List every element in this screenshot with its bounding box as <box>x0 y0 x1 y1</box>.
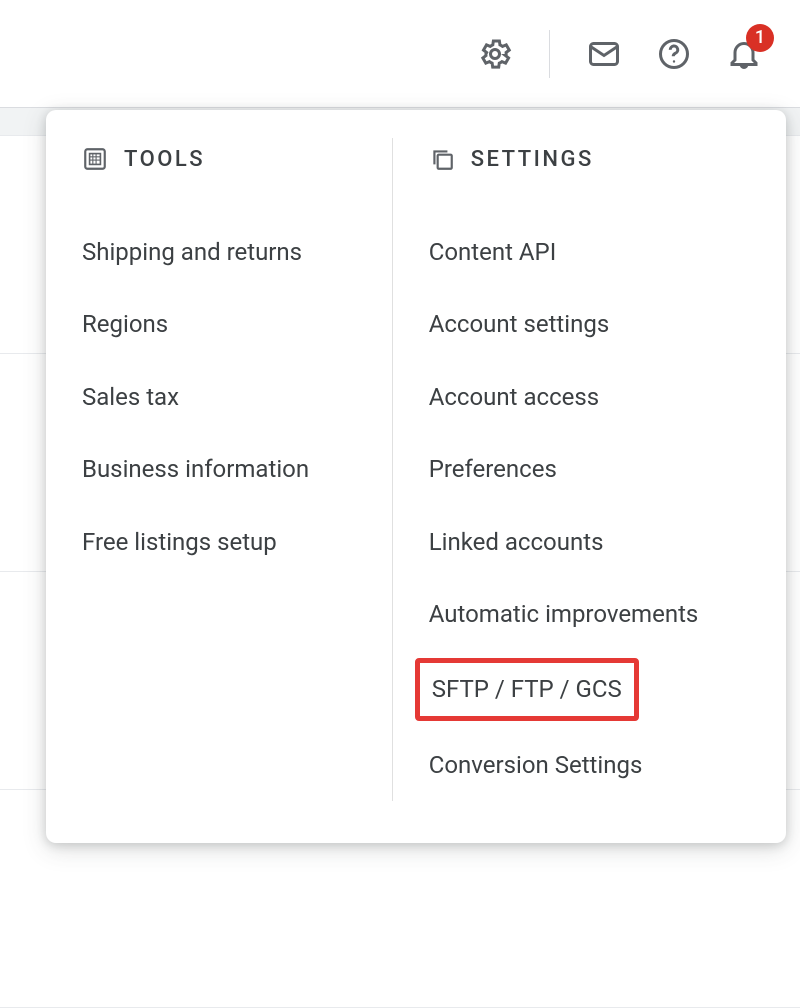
menu-conversion-settings[interactable]: Conversion Settings <box>429 729 750 801</box>
tools-header-text: TOOLS <box>124 147 205 172</box>
menu-account-access[interactable]: Account access <box>429 361 750 433</box>
help-icon[interactable] <box>650 30 698 78</box>
settings-header: SETTINGS <box>429 146 750 172</box>
top-toolbar: 1 <box>0 0 800 108</box>
menu-regions[interactable]: Regions <box>82 288 356 360</box>
menu-content-api[interactable]: Content API <box>429 216 750 288</box>
menu-sftp-ftp-gcs[interactable]: SFTP / FTP / GCS <box>415 658 639 720</box>
tools-column: TOOLS Shipping and returns Regions Sales… <box>46 138 393 801</box>
menu-preferences[interactable]: Preferences <box>429 433 750 505</box>
settings-header-text: SETTINGS <box>471 147 594 172</box>
bell-icon[interactable]: 1 <box>720 30 768 78</box>
menu-free-listings[interactable]: Free listings setup <box>82 506 356 578</box>
notification-badge: 1 <box>746 24 774 52</box>
settings-dropdown: TOOLS Shipping and returns Regions Sales… <box>46 110 786 843</box>
menu-account-settings[interactable]: Account settings <box>429 288 750 360</box>
tools-header: TOOLS <box>82 146 356 172</box>
menu-sales-tax[interactable]: Sales tax <box>82 361 356 433</box>
menu-business-info[interactable]: Business information <box>82 433 356 505</box>
menu-shipping-returns[interactable]: Shipping and returns <box>82 216 356 288</box>
toolbar-divider <box>549 30 550 78</box>
menu-auto-improvements[interactable]: Automatic improvements <box>429 578 750 650</box>
mail-icon[interactable] <box>580 30 628 78</box>
settings-stack-icon <box>429 146 455 172</box>
menu-linked-accounts[interactable]: Linked accounts <box>429 506 750 578</box>
gear-icon[interactable] <box>471 30 519 78</box>
settings-column: SETTINGS Content API Account settings Ac… <box>393 138 786 801</box>
tools-icon <box>82 146 108 172</box>
